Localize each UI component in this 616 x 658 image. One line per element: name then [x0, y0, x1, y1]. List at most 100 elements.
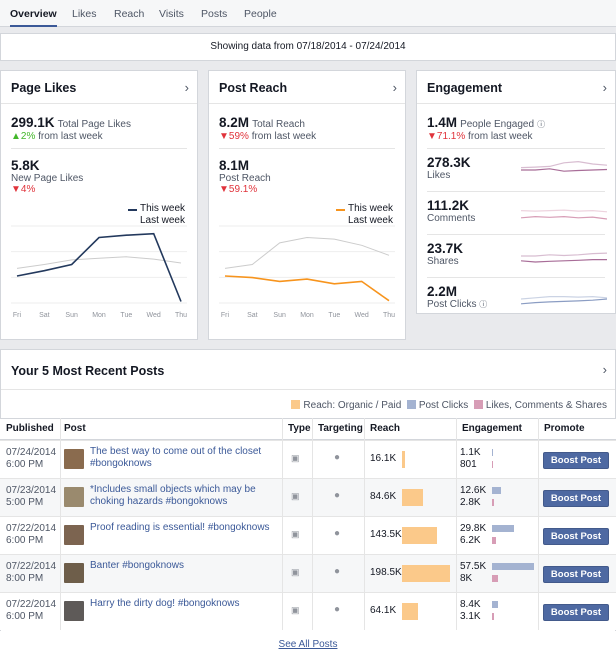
status-type-icon: ▣: [291, 529, 300, 539]
down-arrow-icon: ▼: [11, 184, 21, 195]
engagement-item-value: 278.3K: [427, 155, 471, 170]
post-clicks-bar: [492, 449, 493, 456]
reach-value: 16.1K: [370, 453, 397, 464]
page-likes-header[interactable]: Page Likes ›: [1, 71, 197, 104]
chevron-right-icon[interactable]: ›: [603, 80, 607, 95]
x-tick-label: Sun: [273, 312, 286, 319]
likes-comments-shares-bar: [492, 613, 495, 620]
col-post[interactable]: Post: [64, 418, 86, 440]
total-likes-value: 299.1K: [11, 115, 55, 130]
people-engaged-change-label: from last week: [468, 131, 533, 142]
x-tick-label: Sat: [247, 312, 258, 319]
post-text[interactable]: The best way to come out of the closet #…: [90, 446, 280, 470]
new-likes-label: New Page Likes: [11, 173, 84, 184]
post-text[interactable]: *Includes small objects which may be cho…: [90, 484, 280, 508]
series-last-week: [224, 236, 390, 269]
x-tick-label: Thu: [175, 312, 187, 319]
boost-post-button[interactable]: Boost Post: [543, 490, 609, 507]
chevron-right-icon[interactable]: ›: [393, 80, 397, 95]
boost-post-button[interactable]: Boost Post: [543, 604, 609, 621]
sparkline-last-week: [521, 252, 607, 257]
boost-post-button[interactable]: Boost Post: [543, 528, 609, 545]
total-likes-change: 2%: [20, 131, 36, 142]
column-divider: [364, 418, 365, 630]
sparkline-this-week: [521, 259, 607, 263]
legend-this-week-swatch: [127, 209, 137, 211]
people-engaged-block: 1.4M People Engaged ⓘ ▼71.1% from last w…: [427, 115, 545, 142]
engagement-header[interactable]: Engagement ›: [417, 71, 615, 104]
col-promote[interactable]: Promote: [544, 418, 585, 440]
post-clicks-bar: [492, 487, 501, 494]
likes-comments-shares-bar: [492, 499, 495, 506]
post-text[interactable]: Proof reading is essential! #bongoknows: [90, 522, 280, 534]
col-type[interactable]: Type: [288, 418, 311, 440]
legend-engagement: Likes, Comments & Shares: [485, 400, 607, 411]
total-likes-change-label: from last week: [38, 131, 103, 142]
tab-posts[interactable]: Posts: [201, 0, 227, 27]
x-tick-label: Tue: [120, 312, 132, 319]
post-thumbnail[interactable]: [64, 563, 84, 583]
engagement-sparkline: [521, 209, 607, 220]
column-divider: [538, 418, 539, 630]
reach-bar: [402, 489, 423, 506]
reach-bar: [402, 565, 450, 582]
sparkline-this-week: [521, 215, 607, 220]
down-arrow-icon: ▼: [219, 131, 229, 142]
published-cell: 07/22/2014 6:00 PM: [6, 599, 57, 622]
date-range-banner: Showing data from 07/18/2014 - 07/24/201…: [0, 33, 616, 61]
reach-bar: [402, 603, 418, 620]
tab-overview[interactable]: Overview: [10, 0, 57, 27]
boost-post-button[interactable]: Boost Post: [543, 566, 609, 583]
published-cell: 07/23/2014 5:00 PM: [6, 485, 57, 508]
down-arrow-icon: ▼: [219, 184, 229, 195]
tab-people[interactable]: People: [244, 0, 277, 27]
engagement-title: Engagement: [427, 81, 503, 95]
engagement-values: 12.6K 2.8K: [460, 485, 487, 508]
globe-icon: ●: [334, 604, 341, 615]
col-published[interactable]: Published: [6, 418, 54, 440]
recent-posts-table: Published Post Type Targeting Reach Enga…: [0, 418, 616, 658]
legend-reach-swatch: [291, 400, 301, 409]
tab-visits[interactable]: Visits: [159, 0, 184, 27]
post-thumbnail[interactable]: [64, 487, 84, 507]
chevron-right-icon[interactable]: ›: [185, 80, 189, 95]
post-text[interactable]: Harry the dirty dog! #bongoknows: [90, 598, 280, 610]
table-row: 07/22/2014 6:00 PM Harry the dirty dog! #b…: [0, 592, 616, 630]
tab-reach[interactable]: Reach: [114, 0, 144, 27]
see-all-posts-link[interactable]: See All Posts: [279, 639, 338, 650]
engagement-sparkline: [521, 252, 607, 263]
tab-likes[interactable]: Likes: [72, 0, 97, 27]
post-text[interactable]: Banter #bongoknows: [90, 560, 280, 572]
total-reach-change-label: from last week: [251, 131, 317, 142]
sparkline-last-week: [521, 160, 607, 169]
x-tick-label: Mon: [92, 312, 106, 319]
recent-posts-header[interactable]: Your 5 Most Recent Posts ›: [1, 350, 615, 390]
globe-icon: ●: [334, 490, 341, 501]
col-reach[interactable]: Reach: [370, 418, 400, 440]
chevron-right-icon[interactable]: ›: [603, 362, 607, 377]
boost-post-button[interactable]: Boost Post: [543, 452, 609, 469]
col-targeting[interactable]: Targeting: [318, 418, 363, 440]
engagement-sparkline: [521, 295, 607, 305]
total-reach-block: 8.2M Total Reach ▼59% from last week: [219, 115, 316, 142]
info-icon[interactable]: ⓘ: [479, 300, 487, 309]
post-reach-header[interactable]: Post Reach ›: [209, 71, 405, 104]
col-engagement[interactable]: Engagement: [462, 418, 522, 440]
post-reach-change: 59.1%: [228, 184, 258, 195]
post-thumbnail[interactable]: [64, 449, 84, 469]
reach-bar: [402, 527, 438, 544]
post-thumbnail[interactable]: [64, 525, 84, 545]
total-likes-label: Total Page Likes: [57, 119, 131, 130]
sparkline-last-week: [521, 295, 607, 300]
globe-icon: ●: [334, 452, 341, 463]
post-reach-label: Post Reach: [219, 173, 271, 184]
recent-posts-title: Your 5 Most Recent Posts: [11, 364, 165, 378]
info-icon[interactable]: ⓘ: [537, 120, 545, 129]
engagement-item-label: Comments: [427, 213, 476, 224]
total-likes-block: 299.1K Total Page Likes ▲2% from last we…: [11, 115, 131, 142]
series-last-week: [16, 256, 182, 269]
post-thumbnail[interactable]: [64, 601, 84, 621]
engagement-item-value: 2.2M: [427, 284, 458, 299]
table-row: 07/23/2014 5:00 PM *Includes small objects…: [0, 478, 616, 516]
x-tick-label: Fri: [13, 312, 22, 319]
